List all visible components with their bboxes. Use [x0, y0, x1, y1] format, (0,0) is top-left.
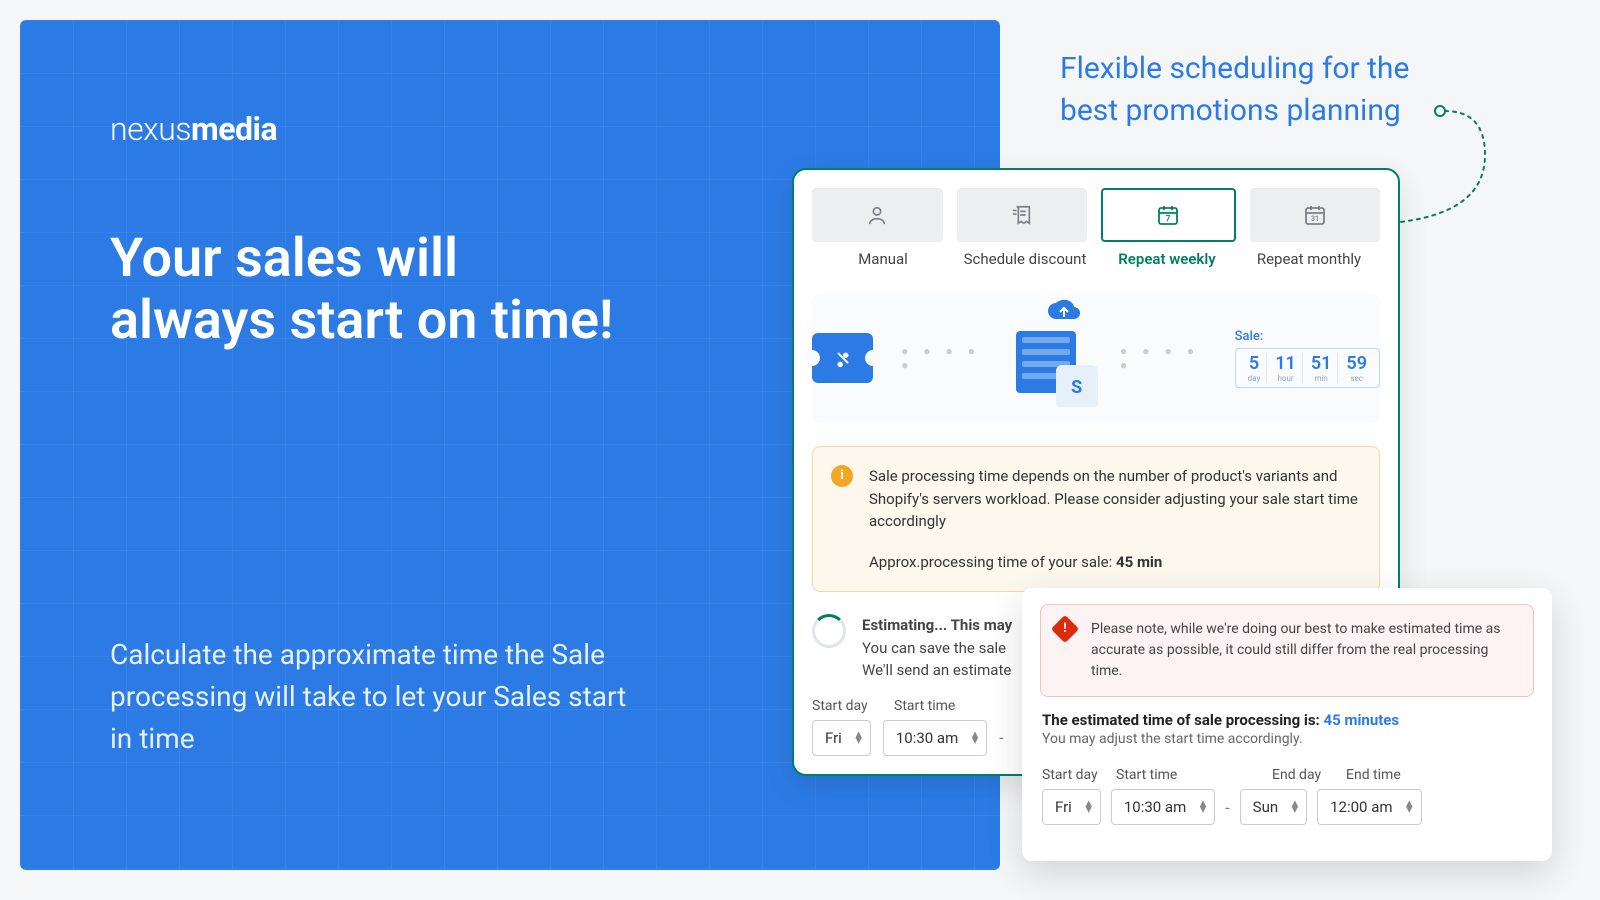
range-dash: - [999, 728, 1003, 747]
approx-value: 45 min [1116, 553, 1162, 571]
accuracy-warning: Please note, while we're doing our best … [1040, 604, 1534, 697]
end-time-label: End time [1346, 767, 1401, 783]
estimating-heading: Estimating... This may [862, 614, 1012, 637]
tab-label-weekly: Repeat weekly [1096, 250, 1238, 268]
stepper-icon: ▴▾ [1292, 801, 1299, 813]
receipt-discount-icon [1010, 204, 1034, 226]
tab-label-schedule: Schedule discount [954, 250, 1096, 268]
calendar-month-icon: 31 [1303, 203, 1327, 227]
brand-part2: media [191, 110, 277, 148]
start-time-label: Start time [894, 698, 955, 714]
tab-repeat-monthly[interactable]: 31 [1250, 188, 1381, 242]
discount-tag-icon [812, 333, 873, 383]
estimated-value: 45 minutes [1324, 711, 1400, 729]
end-day-select[interactable]: Sun ▴▾ [1240, 789, 1307, 825]
range-dash: - [1225, 798, 1229, 817]
warning-body: Sale processing time depends on the numb… [869, 465, 1359, 533]
start-day-label: Start day [1042, 767, 1098, 783]
tab-label-monthly: Repeat monthly [1238, 250, 1380, 268]
estimated-sub: You may adjust the start time accordingl… [1042, 731, 1532, 747]
stepper-icon: ▴▾ [855, 732, 862, 744]
end-day-label: End day [1272, 767, 1328, 783]
schedule-tabs: 7 31 [794, 170, 1398, 250]
tagline: Flexible scheduling for the best promoti… [1060, 48, 1440, 132]
end-time-select[interactable]: 12:00 am ▴▾ [1317, 789, 1421, 825]
countdown-label: Sale: [1235, 329, 1380, 344]
estimated-label: The estimated time of sale processing is… [1042, 711, 1324, 729]
brand-logo: nexusmedia [110, 110, 910, 148]
start-time-select[interactable]: 10:30 am ▴▾ [883, 720, 987, 756]
stepper-icon: ▴▾ [1085, 801, 1092, 813]
start-day-label: Start day [812, 698, 882, 714]
estimating-line2: You can save the sale [862, 637, 1012, 660]
hero-subline: Calculate the approximate time the Sale … [110, 634, 630, 760]
illustration-row: ● ● ● ● ● ● ● ● ● ● Sale: 5Day 11Hour 51… [812, 294, 1380, 422]
dots-icon: ● ● ● ● ● [1120, 344, 1207, 372]
accuracy-warning-body: Please note, while we're doing our best … [1091, 619, 1517, 682]
stepper-icon: ▴▾ [1406, 801, 1413, 813]
hero-headline: Your sales will always start on time! [110, 228, 630, 352]
stepper-icon: ▴▾ [1200, 801, 1207, 813]
info-icon: i [831, 465, 853, 487]
stepper-icon: ▴▾ [972, 732, 979, 744]
tab-schedule-discount[interactable] [957, 188, 1088, 242]
tab-manual[interactable] [812, 188, 943, 242]
tab-label-manual: Manual [812, 250, 954, 268]
tab-repeat-weekly[interactable]: 7 [1101, 188, 1236, 242]
start-day-select[interactable]: Fri ▴▾ [1042, 789, 1101, 825]
svg-text:7: 7 [1166, 214, 1171, 223]
start-time-label: Start time [1116, 767, 1216, 783]
countdown: Sale: 5Day 11Hour 51Min 59Sec [1235, 329, 1380, 388]
start-day-select[interactable]: Fri ▴▾ [812, 720, 871, 756]
processing-time-warning: i Sale processing time depends on the nu… [812, 446, 1380, 592]
server-upload-icon [1016, 313, 1092, 403]
tab-labels: Manual Schedule discount Repeat weekly R… [794, 250, 1398, 280]
user-icon [866, 204, 888, 226]
calendar-week-icon: 7 [1156, 203, 1180, 227]
estimate-panel: Please note, while we're doing our best … [1022, 588, 1552, 861]
approx-label: Approx.processing time of your sale: [869, 553, 1116, 571]
estimating-line3: We'll send an estimate [862, 659, 1012, 682]
dots-icon: ● ● ● ● ● [901, 344, 988, 372]
svg-text:31: 31 [1311, 215, 1319, 223]
brand-part1: nexus [110, 110, 191, 148]
spinner-icon [812, 614, 846, 648]
start-time-select[interactable]: 10:30 am ▴▾ [1111, 789, 1215, 825]
warning-diamond-icon [1051, 615, 1079, 643]
